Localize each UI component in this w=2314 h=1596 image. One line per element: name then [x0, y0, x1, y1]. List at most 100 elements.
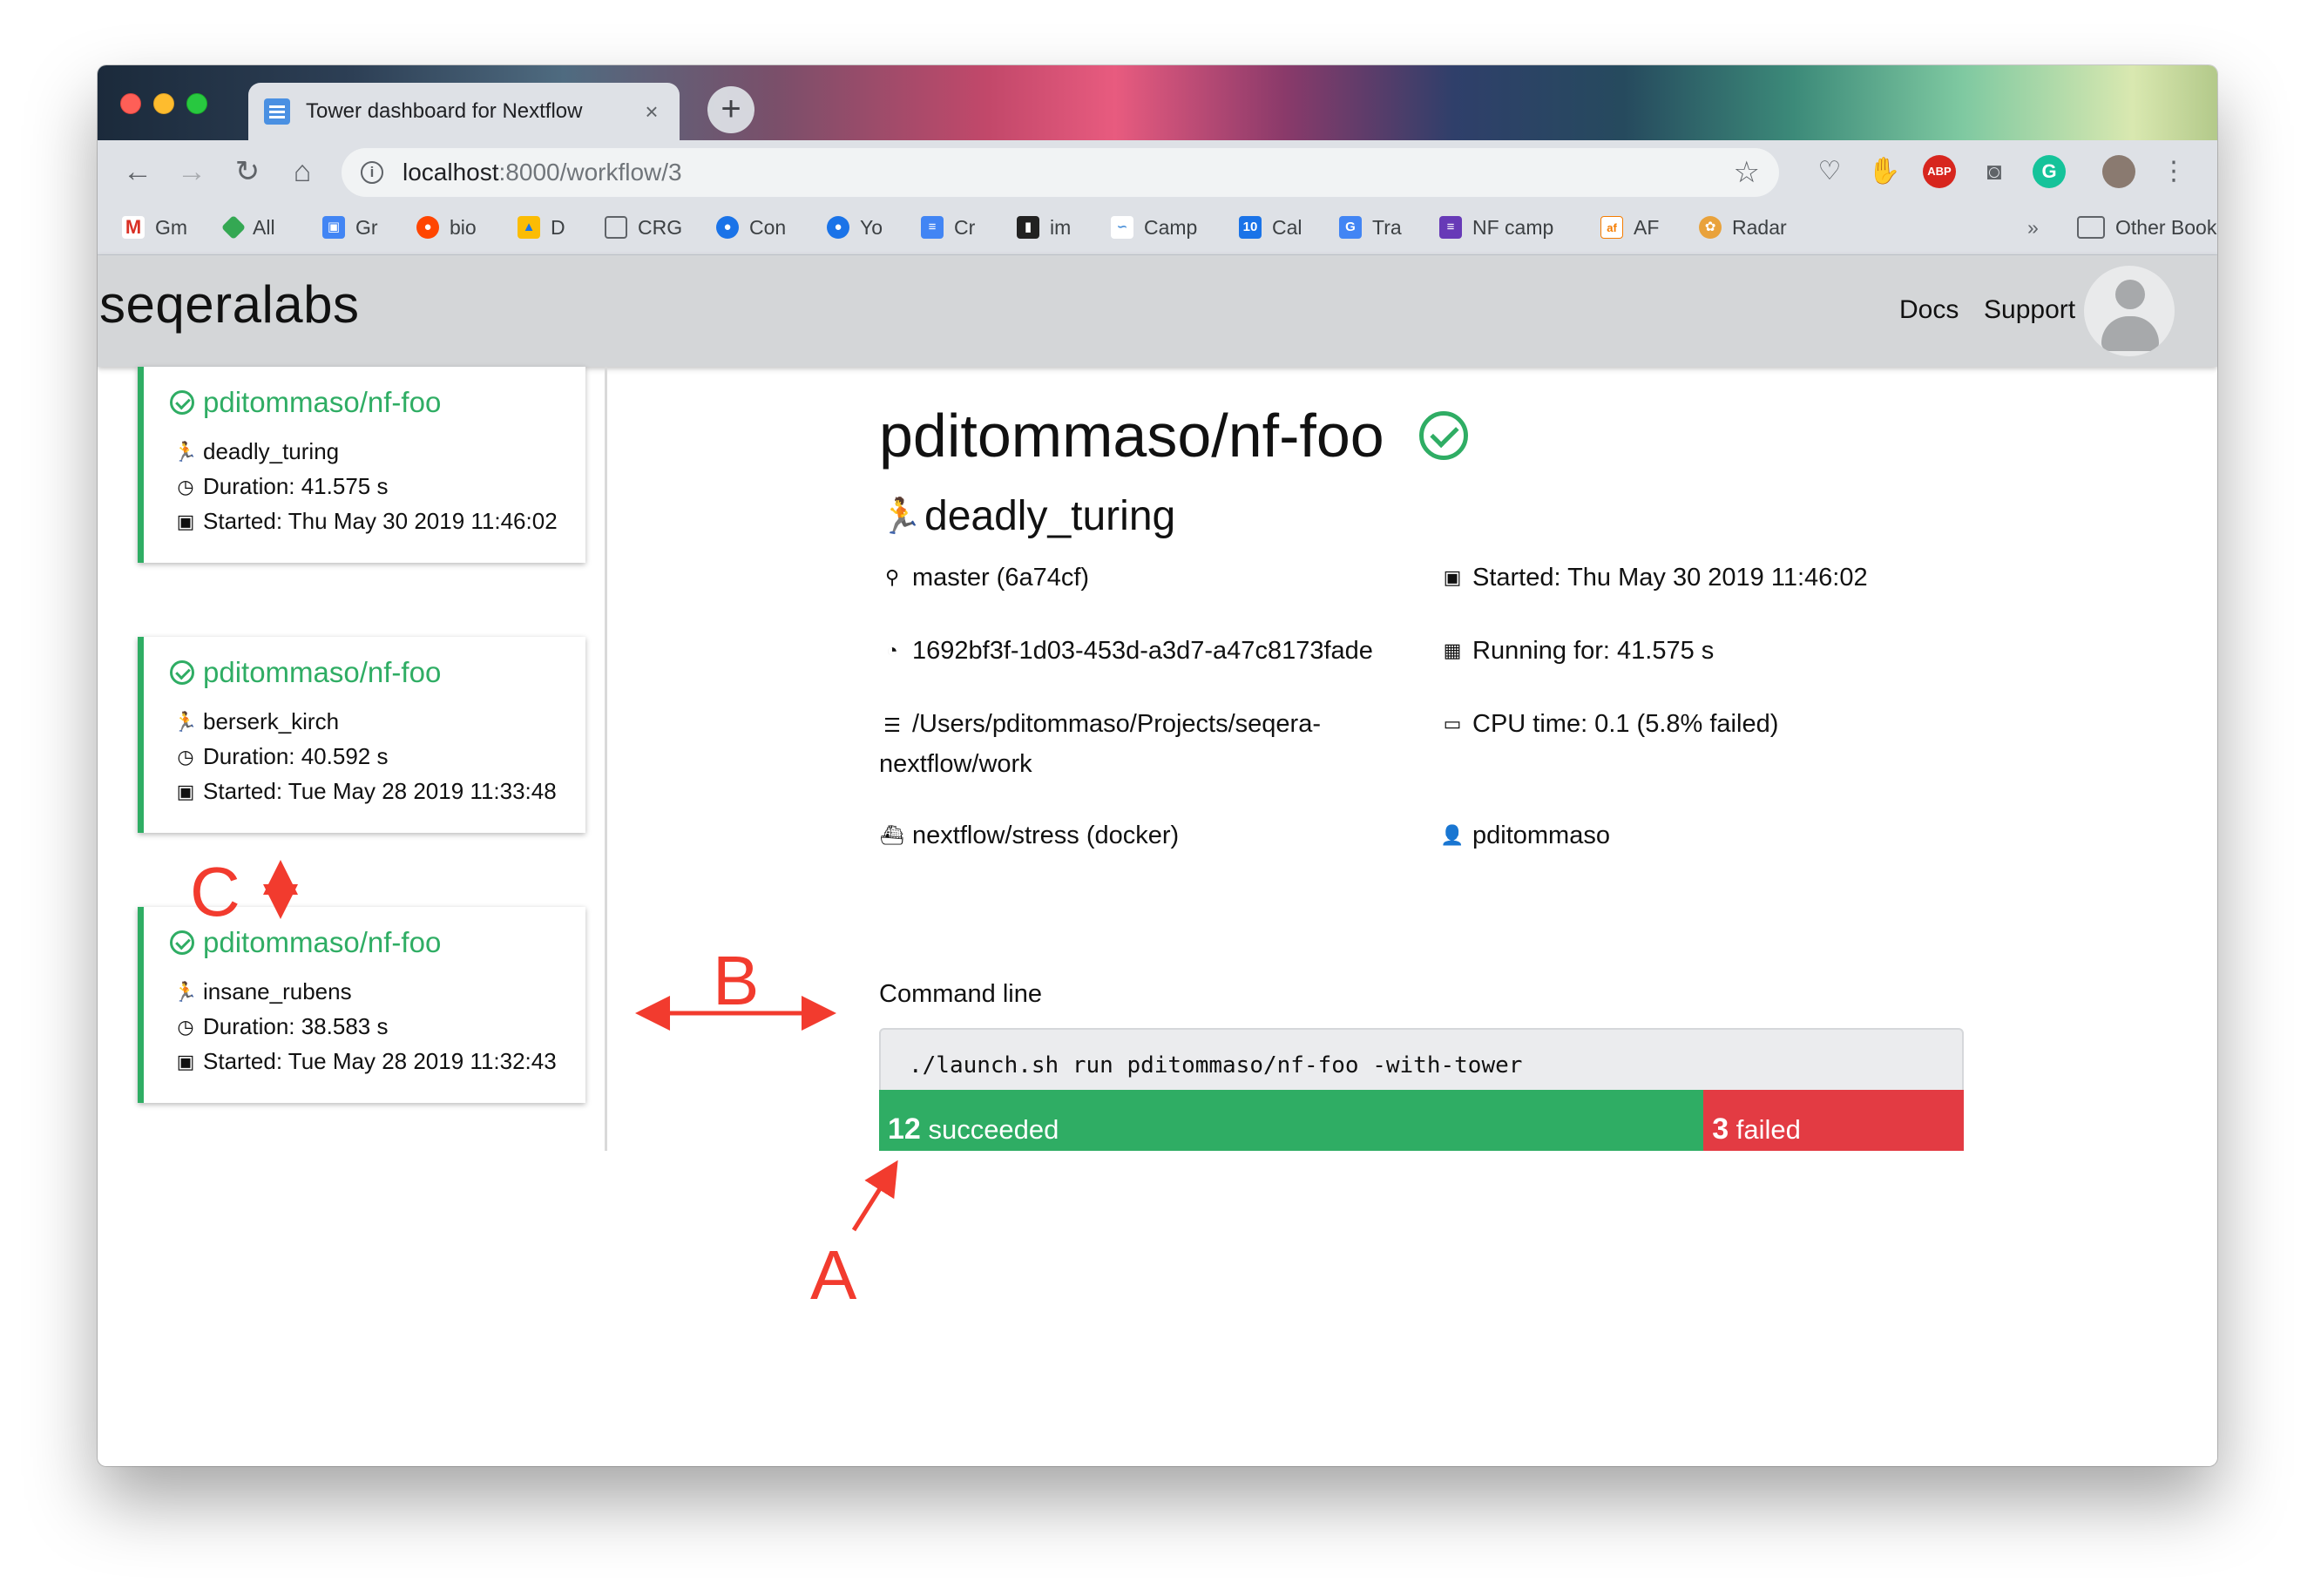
workflow-card[interactable]: pditommaso/nf-foo 🏃 berserk_kirch ◷ Durati…	[138, 637, 585, 833]
forward-arrow-icon[interactable]: →	[173, 152, 211, 191]
running-for-info: ▦ Running for: 41.575 s	[1439, 632, 1715, 670]
reload-icon[interactable]: ↻	[228, 152, 267, 191]
command-line-label: Command line	[879, 980, 1042, 1008]
bookmark-star-icon[interactable]: ☆	[1734, 155, 1760, 190]
bookmark-item[interactable]: G Tra	[1339, 212, 1402, 243]
check-circle-icon	[170, 660, 194, 685]
started-info: ▣ Started: Thu May 30 2019 11:46:02	[1439, 558, 1868, 597]
bookmark-item[interactable]: ● Con	[716, 212, 786, 243]
success-check-icon	[1418, 411, 1468, 460]
tab-title: Tower dashboard for Nextflow	[306, 99, 583, 123]
info-icon[interactable]: i	[361, 161, 383, 184]
commit-icon: ⚲	[884, 566, 900, 588]
clock-icon: ◷	[177, 745, 194, 768]
bookmark-item[interactable]: ✿ Radar	[1699, 212, 1787, 243]
duration-row: ◷ Duration: 40.592 s	[173, 743, 388, 770]
minimize-window-button[interactable]	[153, 93, 174, 114]
session-id-info: ◔ 1692bf3f-1d03-453d-a3d7-a47c8173fade	[879, 632, 1373, 670]
runner-icon: 🏃	[879, 497, 923, 536]
started-row: ▣ Started: Tue May 28 2019 11:33:48	[173, 778, 557, 805]
bookmark-item[interactable]: ≡ Cr	[921, 212, 975, 243]
docker-icon: ⛴	[880, 824, 904, 846]
calendar-icon: ▣	[176, 1050, 195, 1072]
check-circle-icon	[170, 930, 194, 955]
bookmark-item[interactable]: 10 Cal	[1239, 212, 1302, 243]
grammarly-icon[interactable]: G	[2033, 155, 2066, 188]
folder-icon	[2077, 216, 2105, 239]
calendar-icon: ▣	[176, 510, 195, 532]
user-avatar[interactable]	[2084, 266, 2175, 356]
zoom-window-button[interactable]	[186, 93, 207, 114]
bookmark-item[interactable]: ▮ im	[1017, 212, 1071, 243]
groups-icon: ▣	[322, 216, 345, 239]
browser-tab[interactable]: Tower dashboard for Nextflow ×	[248, 83, 680, 140]
docs-icon: ≡	[921, 216, 944, 239]
close-window-button[interactable]	[120, 93, 141, 114]
container-info: ⛴ nextflow/stress (docker)	[879, 816, 1179, 855]
nav-docs-link[interactable]: Docs	[1899, 295, 1959, 325]
app-header: seqeralabs Docs Support	[98, 255, 2217, 367]
failed-segment: 3 failed	[1703, 1090, 1964, 1151]
run-name-row: 🏃 berserk_kirch	[173, 708, 340, 734]
list-icon: ≡	[1439, 216, 1462, 239]
bookmark-item[interactable]: ● bio	[416, 212, 477, 243]
bookmark-item[interactable]: ≡ NF camp	[1439, 212, 1553, 243]
bookmark-item[interactable]: ▣ Gr	[322, 212, 378, 243]
address-bar[interactable]: i localhost :8000/workflow/3 ☆	[342, 148, 1779, 197]
bookmarks-bar: M Gm All ▣ Gr ● bio ▲ D CRG ● Con ● Yo ≡ Cr ▮ im…	[98, 205, 2217, 250]
close-tab-icon[interactable]: ×	[639, 98, 664, 125]
url-host: localhost	[403, 159, 499, 186]
bookmark-item[interactable]: M Gm	[122, 212, 187, 243]
succeeded-segment: 12 succeeded	[879, 1090, 1704, 1151]
run-name-row: 🏃 insane_rubens	[173, 978, 352, 1004]
camera-icon[interactable]: ◙	[1978, 155, 2011, 188]
nav-support-link[interactable]: Support	[1984, 295, 2075, 325]
document-icon	[264, 98, 290, 125]
bookmark-item[interactable]: af AF	[1600, 212, 1659, 243]
bookmarks-overflow[interactable]: »	[2027, 212, 2039, 243]
avatar-body	[2101, 316, 2159, 351]
workflow-card[interactable]: pditommaso/nf-foo 🏃 deadly_turing ◷ Durati…	[138, 367, 585, 563]
workflow-card-title: pditommaso/nf-foo	[170, 656, 441, 689]
calendar-icon: ▣	[176, 780, 195, 802]
annotation-c: C	[190, 853, 240, 930]
runner-icon: 🏃	[173, 980, 198, 1003]
radar-icon: ✿	[1699, 216, 1722, 239]
profile-avatar[interactable]	[2102, 155, 2135, 188]
bookmark-item[interactable]: All	[220, 212, 275, 243]
workflow-card[interactable]: pditommaso/nf-foo 🏃 insane_rubens ◷ Durati…	[138, 907, 585, 1103]
reddit-icon: ●	[416, 216, 439, 239]
chart-icon: ▮	[1017, 216, 1039, 239]
hand-icon[interactable]: ✋	[1868, 155, 1901, 188]
bookmark-item[interactable]: ● Yo	[827, 212, 883, 243]
workflow-card-title: pditommaso/nf-foo	[170, 386, 441, 419]
menu-dots-icon[interactable]: ⋮	[2157, 155, 2190, 188]
bookmark-item[interactable]: ▲ D	[518, 212, 565, 243]
duration-row: ◷ Duration: 38.583 s	[173, 1013, 388, 1040]
home-icon[interactable]: ⌂	[283, 152, 321, 191]
new-tab-button[interactable]: +	[707, 86, 754, 133]
history-icon: ◔	[886, 639, 898, 661]
bookmark-item[interactable]: ∽ Camp	[1111, 212, 1197, 243]
brand-logo[interactable]: seqeralabs	[99, 274, 360, 335]
af-icon: af	[1600, 216, 1623, 239]
translate-icon: G	[1339, 216, 1362, 239]
runner-icon: 🏃	[173, 710, 198, 733]
adblock-icon[interactable]: ABP	[1923, 155, 1956, 188]
pocket-icon[interactable]: ♡	[1813, 155, 1846, 188]
check-circle-icon	[170, 390, 194, 415]
bookmark-item[interactable]: CRG	[605, 212, 682, 243]
run-name-row: 🏃 deadly_turing	[173, 438, 340, 464]
annotation-a: A	[810, 1236, 857, 1314]
annotation-b: B	[713, 942, 760, 1019]
person-icon: 👤	[1440, 824, 1465, 846]
workflow-title: pditommaso/nf-foo	[879, 401, 1468, 470]
started-row: ▣ Started: Thu May 30 2019 11:46:02	[173, 508, 558, 535]
browser-toolbar: ← → ↻ ⌂ i localhost :8000/workflow/3 ☆ ♡…	[98, 140, 2217, 255]
gmail-icon: M	[122, 216, 145, 239]
other-bookmarks[interactable]: Other Bookmarks	[2077, 212, 2217, 243]
server-icon: ☰	[883, 714, 901, 736]
calendar-icon: ▣	[1443, 566, 1462, 588]
grid-icon: ▦	[1443, 639, 1462, 661]
back-arrow-icon[interactable]: ←	[118, 152, 157, 191]
